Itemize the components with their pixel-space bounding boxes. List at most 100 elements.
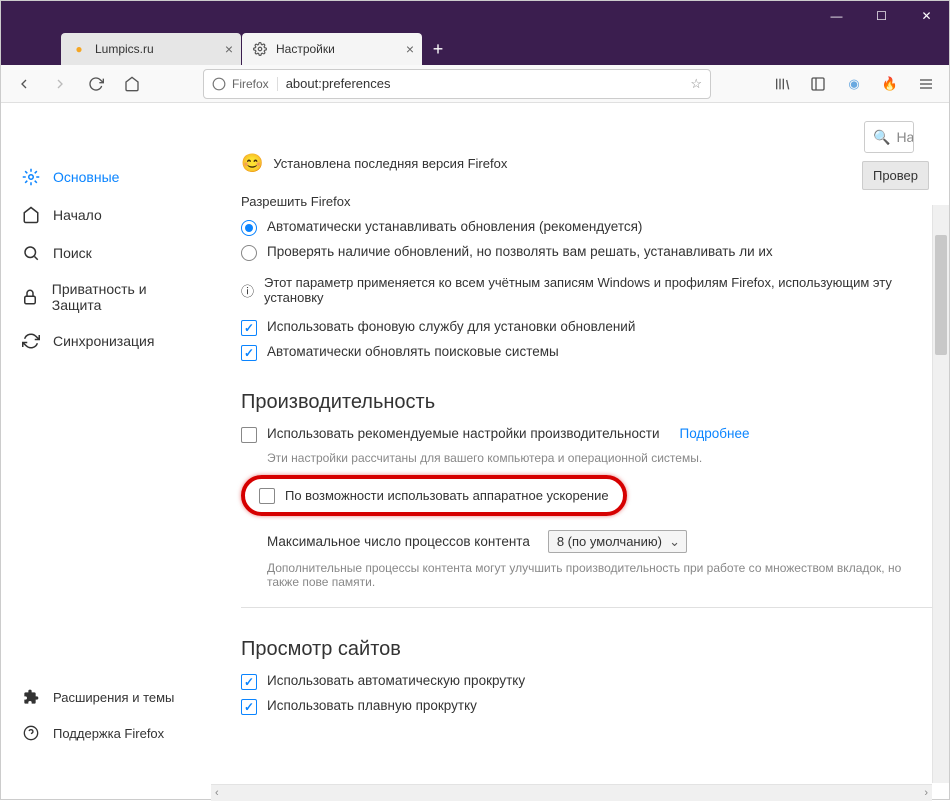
checkbox-icon bbox=[241, 320, 257, 336]
sidebar-item-label: Основные bbox=[53, 169, 119, 185]
bookmark-star-icon[interactable]: ☆ bbox=[690, 76, 702, 92]
reload-button[interactable] bbox=[81, 69, 111, 99]
checkbox-icon bbox=[241, 427, 257, 443]
back-button[interactable] bbox=[9, 69, 39, 99]
tab-close-icon[interactable]: × bbox=[225, 41, 233, 57]
identity-box[interactable]: Firefox bbox=[212, 77, 278, 91]
check-updates-button[interactable]: Провер bbox=[862, 161, 929, 190]
checkbox-label: По возможности использовать аппаратное у… bbox=[285, 488, 609, 503]
scroll-left-icon[interactable]: ‹ bbox=[215, 787, 219, 799]
select-value: 8 (по умолчанию) bbox=[557, 534, 662, 549]
search-placeholder: Най bbox=[896, 129, 914, 145]
performance-heading: Производительность bbox=[241, 391, 949, 414]
checkbox-label: Использовать автоматическую прокрутку bbox=[267, 673, 525, 688]
allow-firefox-label: Разрешить Firefox bbox=[241, 194, 949, 209]
sidebar-item-label: Начало bbox=[53, 207, 102, 223]
max-proc-label: Максимальное число процессов контента bbox=[267, 534, 530, 549]
divider bbox=[241, 607, 949, 608]
checkbox-icon bbox=[241, 674, 257, 690]
lock-icon bbox=[21, 287, 40, 307]
vertical-scrollbar[interactable] bbox=[932, 205, 949, 783]
max-processes-row: Максимальное число процессов контента 8 … bbox=[267, 530, 949, 553]
perf-subtext-1: Эти настройки рассчитаны для вашего комп… bbox=[267, 451, 949, 465]
checkbox-icon bbox=[241, 699, 257, 715]
checkbox-label: Использовать фоновую службу для установк… bbox=[267, 319, 635, 334]
max-proc-select[interactable]: 8 (по умолчанию) bbox=[548, 530, 687, 553]
url-bar[interactable]: Firefox ☆ bbox=[203, 69, 711, 99]
checkbox-bg-service[interactable]: Использовать фоновую службу для установк… bbox=[241, 319, 949, 336]
favicon-lumpics: ● bbox=[71, 41, 87, 57]
search-icon bbox=[21, 243, 41, 263]
radio-auto-install[interactable]: Автоматически устанавливать обновления (… bbox=[241, 219, 949, 236]
checkbox-hw-accel[interactable] bbox=[259, 488, 275, 504]
smile-icon: 😊 bbox=[241, 153, 263, 174]
hw-accel-highlight: По возможности использовать аппаратное у… bbox=[241, 475, 627, 516]
info-text: Этот параметр применяется ко всем учётны… bbox=[264, 275, 949, 305]
gear-icon bbox=[21, 167, 41, 187]
status-text: Установлена последняя версия Firefox bbox=[273, 156, 507, 171]
sidebar-item-home[interactable]: Начало bbox=[1, 196, 211, 234]
content-area: Основные Начало Поиск Приватность и Защи… bbox=[1, 103, 949, 801]
sidebar-item-extensions[interactable]: Расширения и темы bbox=[1, 679, 211, 715]
firefox-icon bbox=[212, 77, 226, 91]
browsing-heading: Просмотр сайтов bbox=[241, 638, 949, 661]
tab-strip: ● Lumpics.ru × Настройки × + bbox=[1, 31, 949, 65]
info-icon: ⓘ bbox=[241, 281, 254, 300]
menu-button[interactable] bbox=[911, 69, 941, 99]
help-icon bbox=[21, 723, 41, 743]
sidebar-item-label: Расширения и темы bbox=[53, 690, 174, 705]
home-icon bbox=[21, 205, 41, 225]
settings-sidebar: Основные Начало Поиск Приватность и Защи… bbox=[1, 103, 211, 801]
extension-icon[interactable]: ◉ bbox=[839, 69, 869, 99]
sidebar-button[interactable] bbox=[803, 69, 833, 99]
window-titlebar: — ☐ ✕ bbox=[1, 1, 949, 31]
search-icon: 🔍 bbox=[873, 129, 890, 146]
scrollbar-thumb[interactable] bbox=[935, 235, 947, 355]
tab-lumpics[interactable]: ● Lumpics.ru × bbox=[61, 33, 241, 65]
extension-icon-2[interactable]: 🔥 bbox=[875, 69, 905, 99]
home-button[interactable] bbox=[117, 69, 147, 99]
sidebar-item-sync[interactable]: Синхронизация bbox=[1, 322, 211, 360]
sidebar-item-support[interactable]: Поддержка Firefox bbox=[1, 715, 211, 751]
radio-icon bbox=[241, 220, 257, 236]
checkbox-auto-scroll[interactable]: Использовать автоматическую прокрутку bbox=[241, 673, 949, 690]
checkbox-icon bbox=[241, 345, 257, 361]
tab-close-icon[interactable]: × bbox=[406, 41, 414, 57]
checkbox-label: Использовать рекомендуемые настройки про… bbox=[267, 426, 659, 441]
checkbox-smooth-scroll[interactable]: Использовать плавную прокрутку bbox=[241, 698, 949, 715]
window-maximize-button[interactable]: ☐ bbox=[859, 1, 904, 31]
forward-button[interactable] bbox=[45, 69, 75, 99]
search-settings-input[interactable]: 🔍 Най bbox=[864, 121, 914, 153]
tab-label: Lumpics.ru bbox=[95, 42, 154, 56]
radio-check-only[interactable]: Проверять наличие обновлений, но позволя… bbox=[241, 244, 949, 261]
sidebar-item-general[interactable]: Основные bbox=[1, 158, 211, 196]
perf-subtext-2: Дополнительные процессы контента могут у… bbox=[267, 561, 907, 589]
puzzle-icon bbox=[21, 687, 41, 707]
sidebar-bottom: Расширения и темы Поддержка Firefox bbox=[1, 679, 211, 751]
gear-icon bbox=[252, 41, 268, 57]
window-close-button[interactable]: ✕ bbox=[904, 1, 949, 31]
tab-settings[interactable]: Настройки × bbox=[242, 33, 422, 65]
settings-main: 🔍 Най 😊 Установлена последняя версия Fir… bbox=[211, 103, 949, 801]
horizontal-scrollbar[interactable]: ‹ › bbox=[211, 784, 932, 801]
library-button[interactable] bbox=[767, 69, 797, 99]
nav-toolbar: Firefox ☆ ◉ 🔥 bbox=[1, 65, 949, 103]
learn-more-link[interactable]: Подробнее bbox=[679, 426, 749, 441]
sidebar-item-label: Поддержка Firefox bbox=[53, 726, 164, 741]
checkbox-label: Автоматически обновлять поисковые систем… bbox=[267, 344, 559, 359]
sidebar-item-privacy[interactable]: Приватность и Защита bbox=[1, 272, 211, 322]
checkbox-auto-search-engines[interactable]: Автоматически обновлять поисковые систем… bbox=[241, 344, 949, 361]
newtab-button[interactable]: + bbox=[422, 33, 454, 65]
sidebar-item-label: Приватность и Защита bbox=[52, 281, 191, 313]
identity-label: Firefox bbox=[232, 77, 269, 91]
sidebar-item-search[interactable]: Поиск bbox=[1, 234, 211, 272]
checkbox-recommended-perf[interactable]: Использовать рекомендуемые настройки про… bbox=[241, 426, 949, 443]
radio-label: Автоматически устанавливать обновления (… bbox=[267, 219, 642, 234]
window-minimize-button[interactable]: — bbox=[814, 1, 859, 31]
sync-icon bbox=[21, 331, 41, 351]
url-input[interactable] bbox=[286, 76, 691, 91]
radio-icon bbox=[241, 245, 257, 261]
update-status: 😊 Установлена последняя версия Firefox bbox=[241, 153, 949, 174]
update-info-note: ⓘ Этот параметр применяется ко всем учёт… bbox=[241, 275, 949, 305]
scroll-right-icon[interactable]: › bbox=[924, 787, 928, 799]
